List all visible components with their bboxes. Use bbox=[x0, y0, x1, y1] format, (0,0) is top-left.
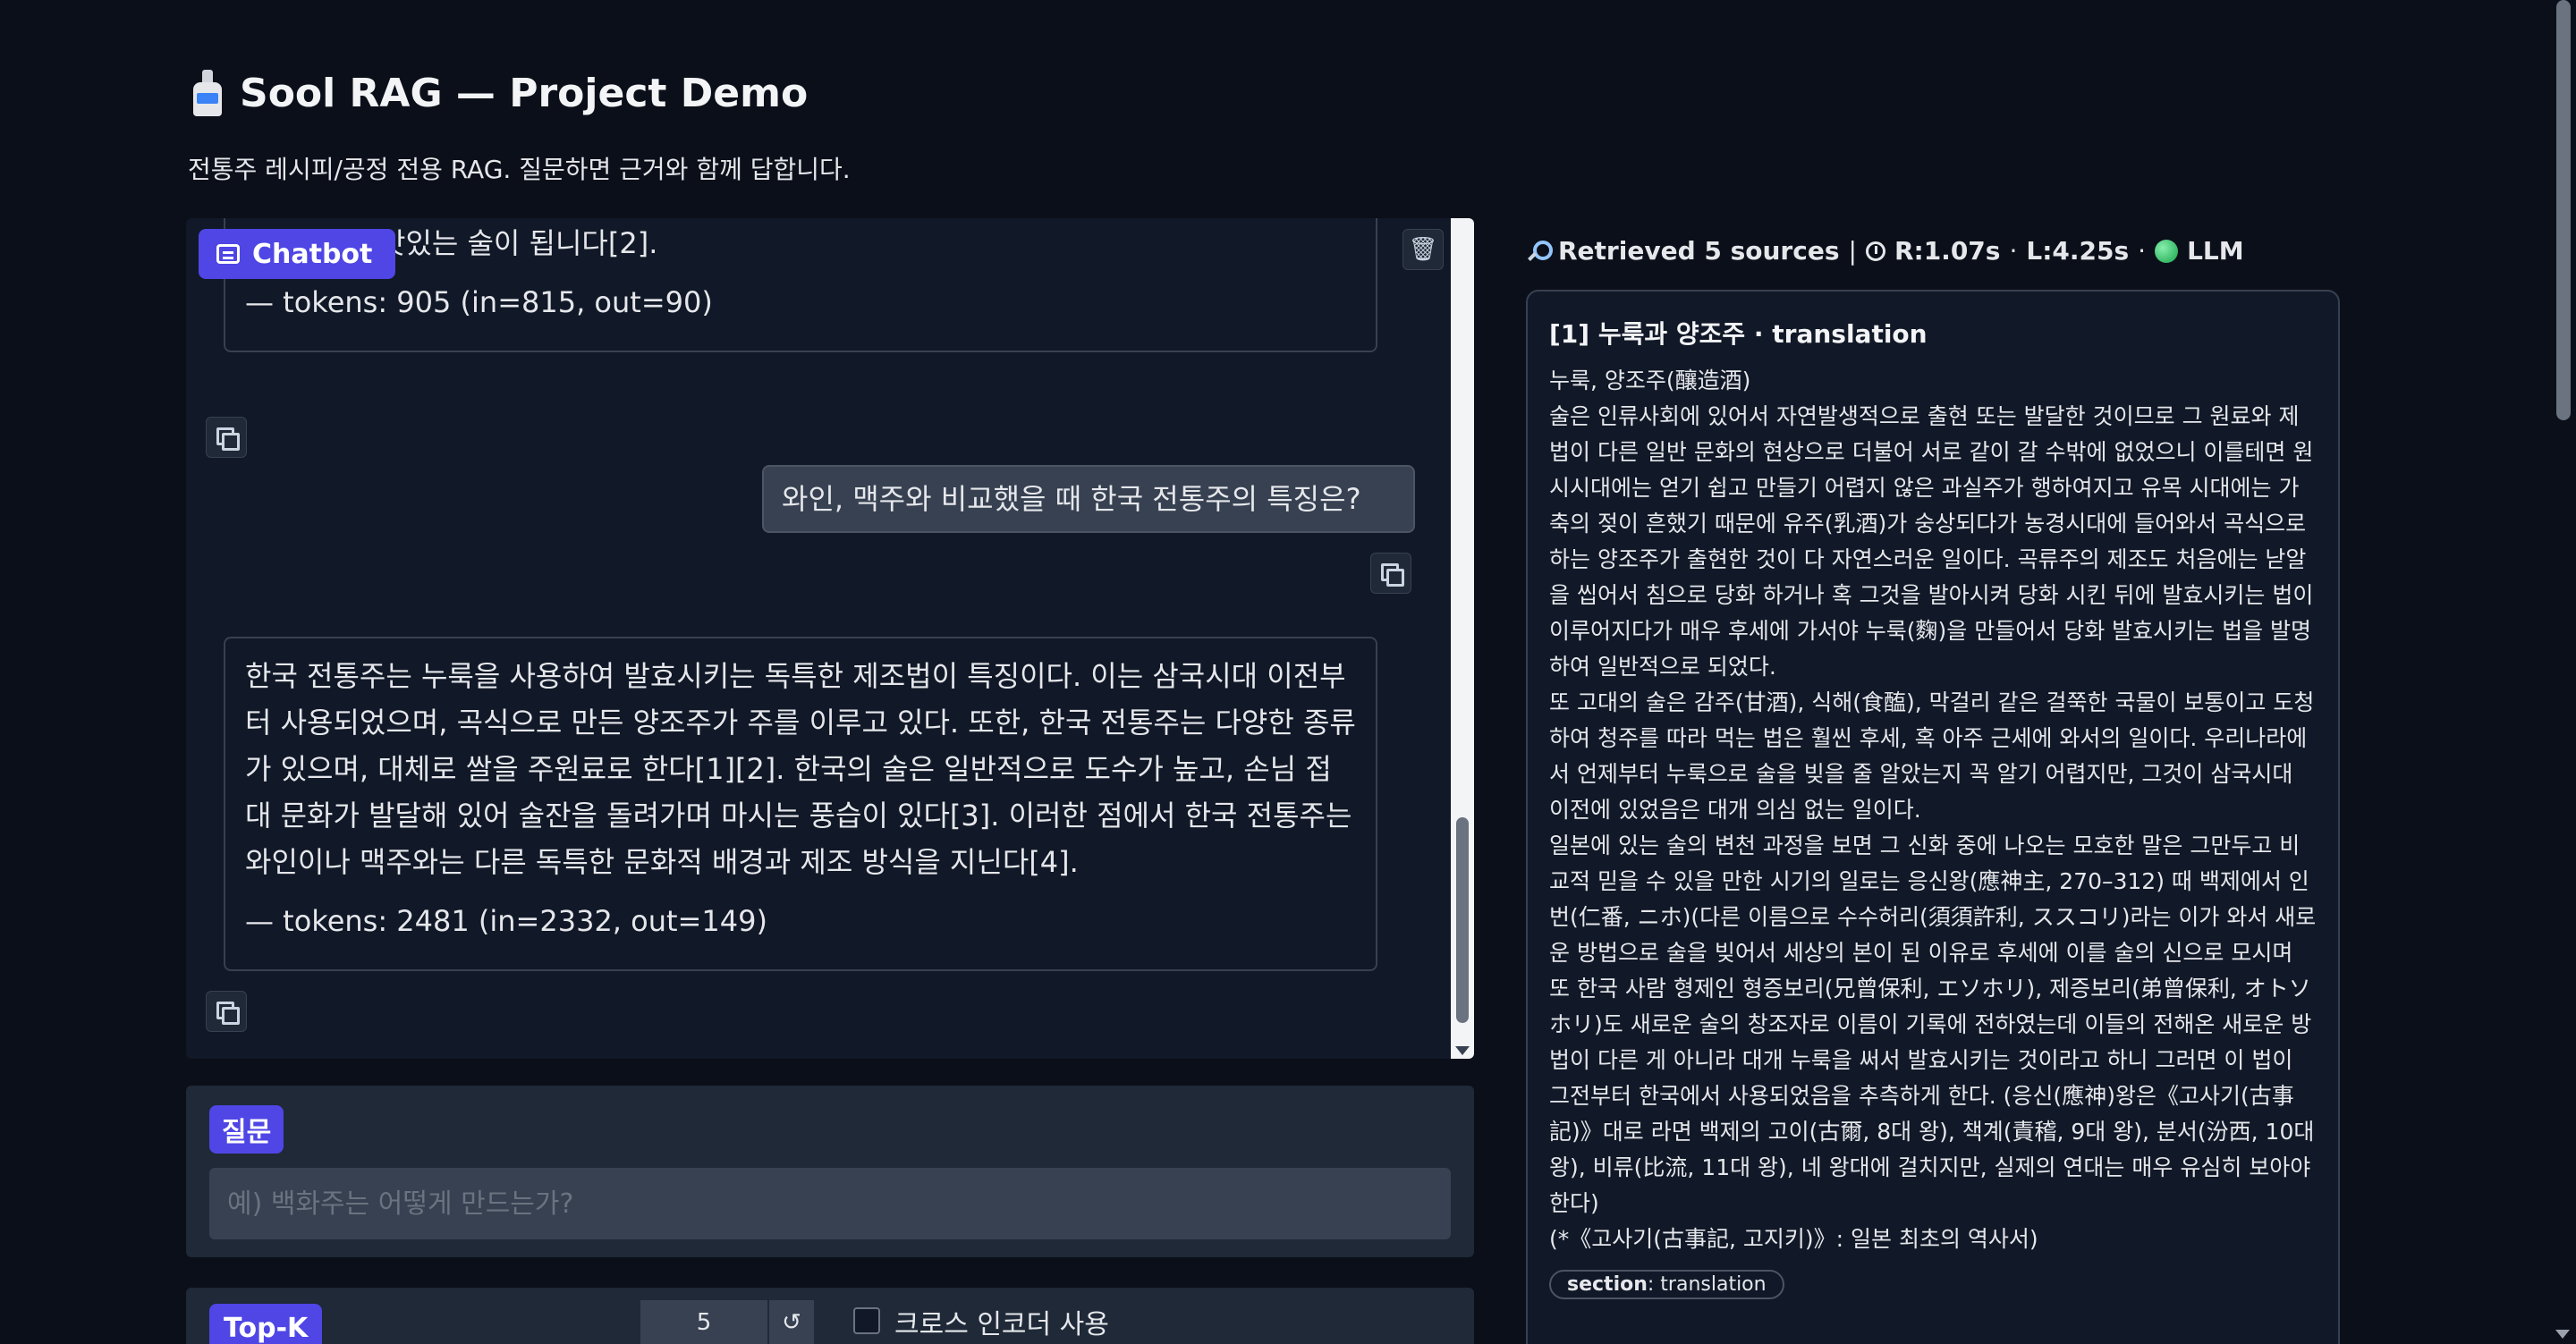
llm-label: LLM bbox=[2187, 236, 2244, 266]
question-input[interactable] bbox=[209, 1168, 1451, 1239]
user-message: 와인, 맥주와 비교했을 때 한국 전통주의 특징은? bbox=[762, 465, 1415, 533]
cross-encoder-checkbox[interactable] bbox=[853, 1307, 880, 1334]
sake-bottle-icon bbox=[188, 70, 227, 116]
clear-chat-button[interactable]: 🗑 bbox=[1402, 229, 1444, 270]
chatbot-badge: Chatbot bbox=[199, 229, 396, 279]
page-scrollbar[interactable] bbox=[2551, 0, 2576, 1344]
user-message-text: 와인, 맥주와 비교했을 때 한국 전통주의 특징은? bbox=[782, 482, 1361, 516]
topk-number-input[interactable]: 5 bbox=[640, 1300, 767, 1344]
reset-icon: ↺ bbox=[782, 1309, 801, 1336]
timer-icon bbox=[1865, 241, 1885, 261]
section-tag: section: translation bbox=[1549, 1270, 1784, 1299]
copy-icon bbox=[216, 1002, 240, 1025]
header-separator: | bbox=[1848, 236, 1857, 266]
retrieval-time: R:1.07s bbox=[1894, 236, 2001, 266]
chat-icon bbox=[216, 244, 240, 264]
assistant-message-text: 맛있는 술이 됩니다[2]. bbox=[379, 226, 658, 260]
page-scrollbar-thumb[interactable] bbox=[2556, 0, 2571, 420]
token-count: — tokens: 2481 (in=2332, out=149) bbox=[245, 904, 767, 938]
chevron-down-icon[interactable] bbox=[2555, 1330, 2570, 1339]
magnifier-icon bbox=[1528, 240, 1553, 262]
topk-block: Top-K 5 ↺ 크로스 인코더 사용 bbox=[186, 1288, 1474, 1344]
retrieved-header: Retrieved 5 sources | R:1.07s · L:4.25s … bbox=[1528, 236, 2244, 266]
topk-label: Top-K bbox=[209, 1304, 323, 1344]
copy-icon bbox=[1381, 563, 1404, 587]
assistant-message: 한국 전통주는 누룩을 사용하여 발효시키는 독특한 제조법이 특징이다. 이는… bbox=[224, 637, 1377, 971]
copy-icon bbox=[216, 427, 240, 451]
page-title-text: Sool RAG — Project Demo bbox=[240, 70, 809, 116]
section-tag-key: section bbox=[1567, 1273, 1648, 1296]
copy-message-button[interactable] bbox=[206, 991, 247, 1032]
copy-message-button[interactable] bbox=[1370, 553, 1411, 594]
chat-scrollbar-thumb[interactable] bbox=[1456, 817, 1469, 1023]
token-count: — tokens: 905 (in=815, out=90) bbox=[245, 285, 713, 319]
copy-message-button[interactable] bbox=[206, 417, 247, 458]
chatbot-label: Chatbot bbox=[252, 238, 373, 270]
assistant-message: 맛있는 술이 됩니다[2]. — tokens: 905 (in=815, ou… bbox=[224, 218, 1377, 352]
retrieved-summary: Retrieved 5 sources bbox=[1558, 236, 1840, 266]
chat-scrollbar[interactable] bbox=[1451, 218, 1474, 1059]
llm-time: L:4.25s bbox=[2026, 236, 2130, 266]
section-tag-value: translation bbox=[1660, 1273, 1767, 1296]
green-dot-icon bbox=[2155, 239, 2179, 263]
source-body: 누룩, 양조주(釀造酒) 술은 인류사회에 있어서 자연발생적으로 출현 또는 … bbox=[1549, 368, 2317, 1252]
question-label: 질문 bbox=[209, 1105, 284, 1154]
cross-encoder-label: 크로스 인코더 사용 bbox=[894, 1309, 1109, 1340]
trash-icon: 🗑 bbox=[1408, 236, 1438, 263]
source-card: [1] 누룩과 양조주 · translation 누룩, 양조주(釀造酒) 술… bbox=[1526, 290, 2340, 1344]
chevron-down-icon[interactable] bbox=[1455, 1046, 1470, 1055]
dot-separator: · bbox=[2009, 236, 2018, 266]
source-title: [1] 누룩과 양조주 · translation bbox=[1549, 319, 1928, 349]
chatbot-panel[interactable]: Chatbot 🗑 맛있는 술이 됩니다[2]. — tokens: 905 (… bbox=[186, 218, 1474, 1059]
dot-separator: · bbox=[2138, 236, 2147, 266]
page-title: Sool RAG — Project Demo bbox=[188, 70, 808, 116]
assistant-message-text: 한국 전통주는 누룩을 사용하여 발효시키는 독특한 제조법이 특징이다. 이는… bbox=[245, 659, 1356, 879]
topk-reset-button[interactable]: ↺ bbox=[769, 1300, 814, 1344]
page-subtitle: 전통주 레시피/공정 전용 RAG. 질문하면 근거와 함께 답합니다. bbox=[188, 155, 851, 184]
question-block: 질문 bbox=[186, 1086, 1474, 1257]
